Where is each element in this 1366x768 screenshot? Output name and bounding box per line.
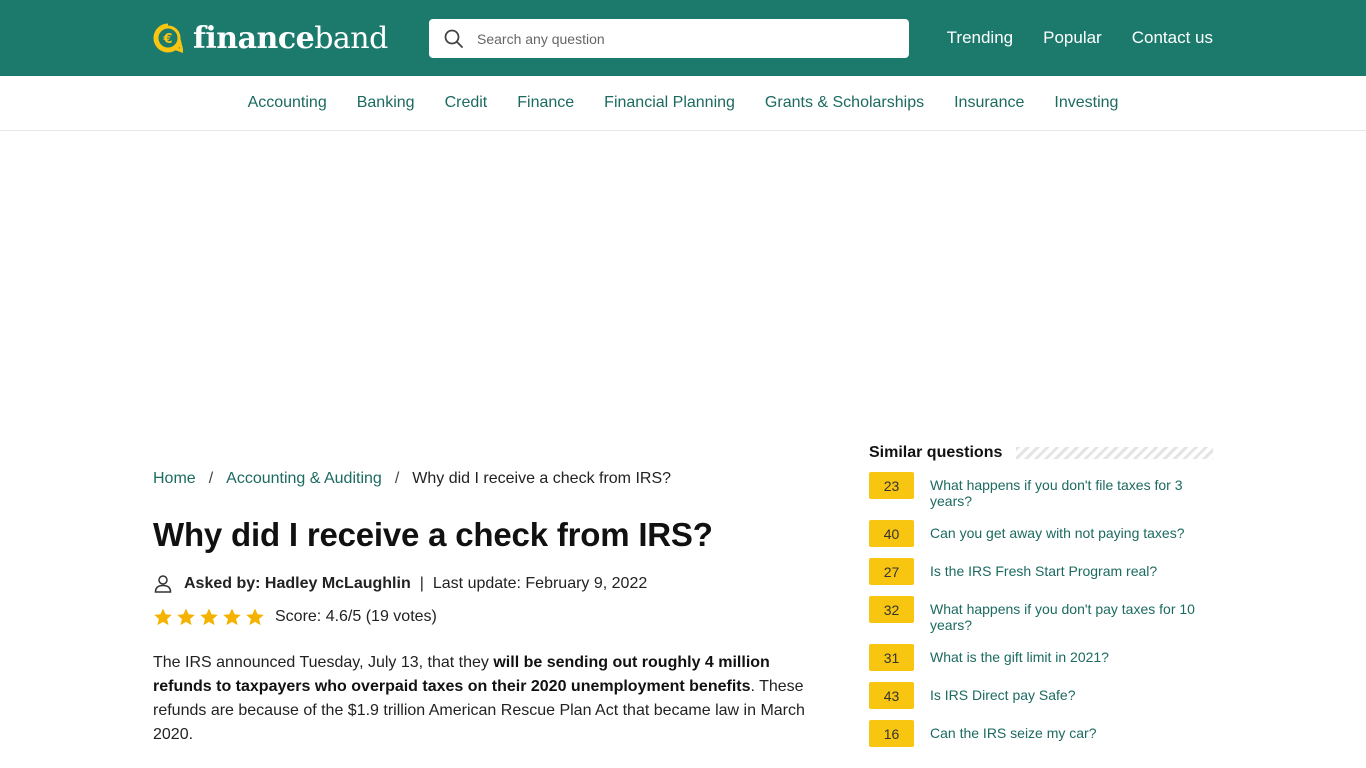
similar-question-link[interactable]: What happens if you don't file taxes for… (930, 477, 1213, 509)
similar-question-link[interactable]: What happens if you don't pay taxes for … (930, 601, 1213, 633)
star-rating (153, 607, 268, 627)
similar-question-link[interactable]: What is the gift limit in 2021? (930, 649, 1213, 665)
category-nav: Accounting Banking Credit Finance Financ… (0, 76, 1366, 131)
similar-questions-title: Similar questions (869, 444, 1003, 461)
user-icon (153, 574, 173, 594)
category-grants-scholarships[interactable]: Grants & Scholarships (765, 94, 924, 112)
score-text: Score: 4.6/5 (19 votes) (275, 608, 437, 625)
svg-text:€: € (162, 32, 172, 47)
star-icon (154, 608, 172, 626)
answer-count-badge: 23 (869, 472, 914, 499)
similar-question-link[interactable]: Can the IRS seize my car? (930, 725, 1213, 741)
answer-text: The IRS announced Tuesday, July 13, that… (153, 654, 805, 743)
list-item[interactable]: 43 Is IRS Direct pay Safe? (869, 682, 1213, 709)
breadcrumb-current: Why did I receive a check from IRS? (412, 470, 672, 487)
asked-by: Asked by: Hadley McLaughlin (184, 575, 411, 592)
category-financial-planning[interactable]: Financial Planning (604, 94, 735, 112)
list-item[interactable]: 16 Can the IRS seize my car? (869, 720, 1213, 747)
similar-questions-header: Similar questions (869, 444, 1213, 462)
category-accounting[interactable]: Accounting (248, 94, 327, 112)
meta-divider: | (419, 575, 424, 592)
euro-logo-icon: € (153, 23, 185, 54)
answer-count-badge: 43 (869, 682, 914, 709)
category-investing[interactable]: Investing (1054, 94, 1118, 112)
last-update: Last update: February 9, 2022 (432, 575, 648, 592)
answer-count-badge: 32 (869, 596, 914, 623)
breadcrumb-separator: / (208, 470, 214, 487)
star-icon (223, 608, 241, 626)
top-nav: Trending Popular Contact us (947, 0, 1213, 76)
rating: Score: 4.6/5 (19 votes) (153, 607, 437, 627)
category-insurance[interactable]: Insurance (954, 94, 1024, 112)
answer-count-badge: 31 (869, 644, 914, 671)
nav-popular[interactable]: Popular (1043, 28, 1102, 48)
top-header: € financeband Trending Popular Contact u… (0, 0, 1366, 76)
breadcrumb-category[interactable]: Accounting & Auditing (226, 470, 382, 487)
category-banking[interactable]: Banking (357, 94, 415, 112)
list-item[interactable]: 32 What happens if you don't pay taxes f… (869, 596, 1213, 633)
ad-placeholder (0, 131, 1366, 441)
page-content: Home / Accounting & Auditing / Why did I rec… (153, 441, 1213, 768)
search-icon (444, 29, 464, 49)
answer-count-badge: 16 (869, 720, 914, 747)
similar-question-link[interactable]: Is the IRS Fresh Start Program real? (930, 563, 1213, 579)
star-icon (200, 608, 218, 626)
star-icon (177, 608, 195, 626)
answer-count-badge: 27 (869, 558, 914, 585)
question-meta: Asked by: Hadley McLaughlin | Last updat… (153, 574, 647, 594)
list-item[interactable]: 23 What happens if you don't file taxes … (869, 472, 1213, 509)
search-input[interactable] (477, 30, 877, 47)
logo-text: financeband (193, 20, 388, 56)
site-logo[interactable]: € financeband (153, 20, 388, 56)
breadcrumb-home[interactable]: Home (153, 470, 196, 487)
nav-contact-us[interactable]: Contact us (1132, 28, 1213, 48)
page-title: Why did I receive a check from IRS? (153, 516, 713, 553)
search-box[interactable] (429, 19, 909, 58)
list-item[interactable]: 27 Is the IRS Fresh Start Program real? (869, 558, 1213, 585)
star-icon (246, 608, 264, 626)
similar-question-link[interactable]: Is IRS Direct pay Safe? (930, 687, 1213, 703)
list-item[interactable]: 31 What is the gift limit in 2021? (869, 644, 1213, 671)
breadcrumb: Home / Accounting & Auditing / Why did I rec… (153, 470, 671, 488)
category-credit[interactable]: Credit (445, 94, 488, 112)
list-item[interactable]: 40 Can you get away with not paying taxe… (869, 520, 1213, 547)
breadcrumb-separator: / (394, 470, 400, 487)
similar-question-link[interactable]: Can you get away with not paying taxes? (930, 525, 1213, 541)
answer-count-badge: 40 (869, 520, 914, 547)
nav-trending[interactable]: Trending (947, 28, 1013, 48)
category-finance[interactable]: Finance (517, 94, 574, 112)
decorative-hatch (1016, 447, 1213, 459)
